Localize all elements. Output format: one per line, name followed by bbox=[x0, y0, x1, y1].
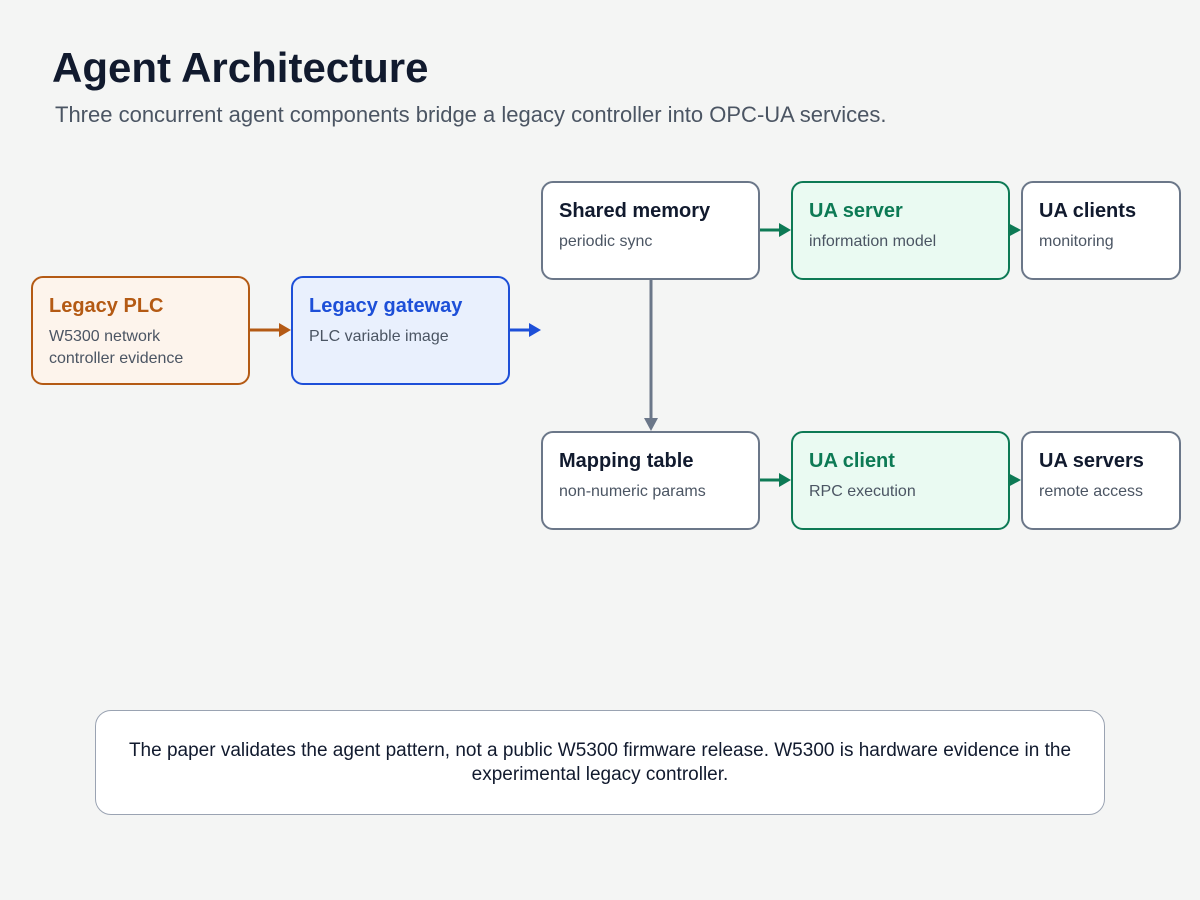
node-legacy-gateway-desc: PLC variable image bbox=[309, 328, 449, 345]
node-mapping-table: Mapping table non-numeric params bbox=[541, 431, 760, 530]
footnote-box: The paper validates the agent pattern, n… bbox=[95, 710, 1105, 815]
node-legacy-plc-name: Legacy PLC bbox=[49, 295, 164, 317]
node-ua-client-name: UA client bbox=[809, 450, 895, 472]
node-legacy-gateway: Legacy gateway PLC variable image bbox=[291, 276, 510, 385]
node-legacy-plc-desc: W5300 network controller evidence bbox=[49, 328, 184, 367]
footnote-text: The paper validates the agent pattern, n… bbox=[128, 739, 1072, 785]
node-ua-servers-desc: remote access bbox=[1039, 483, 1144, 500]
node-mapping-table-desc: non-numeric params bbox=[559, 483, 706, 500]
edge-gateway-to-shared-memory bbox=[510, 323, 541, 337]
edge-mapping-table-to-ua-client bbox=[760, 473, 791, 487]
node-legacy-gateway-name: Legacy gateway bbox=[309, 295, 463, 317]
node-ua-clients-desc: monitoring bbox=[1039, 233, 1114, 250]
node-ua-client: UA client RPC execution bbox=[791, 431, 1010, 530]
node-ua-client-desc: RPC execution bbox=[809, 483, 916, 500]
edge-legacy-plc-to-gateway bbox=[250, 323, 291, 337]
node-ua-server-desc: information model bbox=[809, 233, 937, 250]
node-shared-memory: Shared memory periodic sync bbox=[541, 181, 760, 280]
node-ua-server-name: UA server bbox=[809, 200, 903, 222]
node-shared-memory-name: Shared memory bbox=[559, 200, 711, 222]
node-legacy-plc: Legacy PLC W5300 network controller evid… bbox=[31, 276, 250, 385]
node-ua-servers-name: UA servers bbox=[1039, 450, 1144, 472]
node-ua-server: UA server information model bbox=[791, 181, 1010, 280]
node-shared-memory-desc: periodic sync bbox=[559, 233, 653, 250]
node-ua-servers: UA servers remote access bbox=[1021, 431, 1181, 530]
edge-shared-memory-to-ua-server bbox=[760, 223, 791, 237]
node-ua-clients-name: UA clients bbox=[1039, 200, 1137, 222]
edge-shared-memory-to-mapping-table bbox=[644, 280, 658, 431]
node-ua-clients: UA clients monitoring bbox=[1021, 181, 1181, 280]
node-mapping-table-name: Mapping table bbox=[559, 450, 694, 472]
